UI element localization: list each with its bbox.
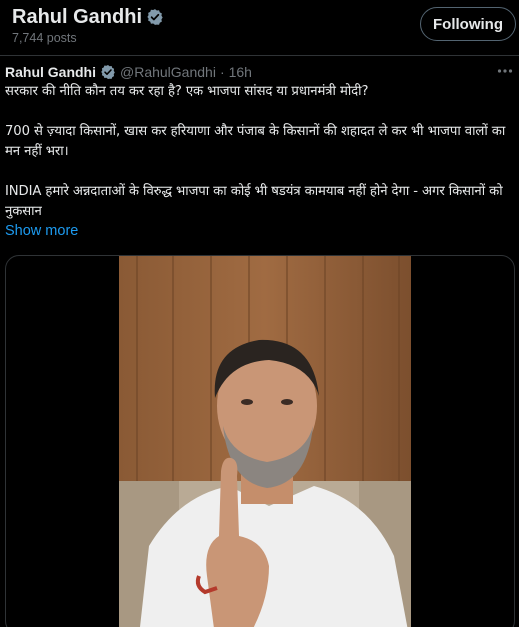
profile-name: Rahul Gandhi (12, 6, 142, 28)
more-options-icon[interactable] (497, 68, 513, 74)
tweet-text: सरकार की नीति कौन तय कर रहा है? एक भाजपा… (5, 82, 510, 222)
tweet-paragraph: सरकार की नीति कौन तय कर रहा है? एक भाजपा… (5, 84, 369, 99)
tweet-header: Rahul Gandhi @RahulGandhi · 16h (5, 62, 515, 82)
tweet-separator: · (219, 64, 225, 80)
tweet-media[interactable] (5, 255, 515, 627)
tweet-timestamp[interactable]: 16h (229, 64, 252, 80)
tweet-handle[interactable]: @RahulGandhi (120, 64, 216, 80)
tweet-paragraph: INDIA हमारे अन्नदाताओं के विरुद्ध भाजपा … (5, 184, 503, 219)
profile-header: Rahul Gandhi 7,744 posts Following (0, 0, 519, 50)
verified-badge-icon (101, 65, 115, 79)
tweet-author-name[interactable]: Rahul Gandhi (5, 64, 96, 80)
profile-page: Rahul Gandhi 7,744 posts Following Rahul… (0, 0, 519, 627)
header-divider (0, 55, 519, 56)
posts-count: 7,744 posts (12, 31, 77, 45)
profile-name-row: Rahul Gandhi (12, 5, 164, 29)
tweet-paragraph: 700 से ज़्यादा किसानों, खास कर हरियाणा औ… (5, 124, 506, 159)
video-thumbnail[interactable] (119, 256, 411, 627)
video-still-image (119, 256, 411, 627)
show-more-link[interactable]: Show more (5, 223, 78, 239)
verified-badge-icon (147, 9, 163, 25)
following-button[interactable]: Following (420, 7, 516, 41)
